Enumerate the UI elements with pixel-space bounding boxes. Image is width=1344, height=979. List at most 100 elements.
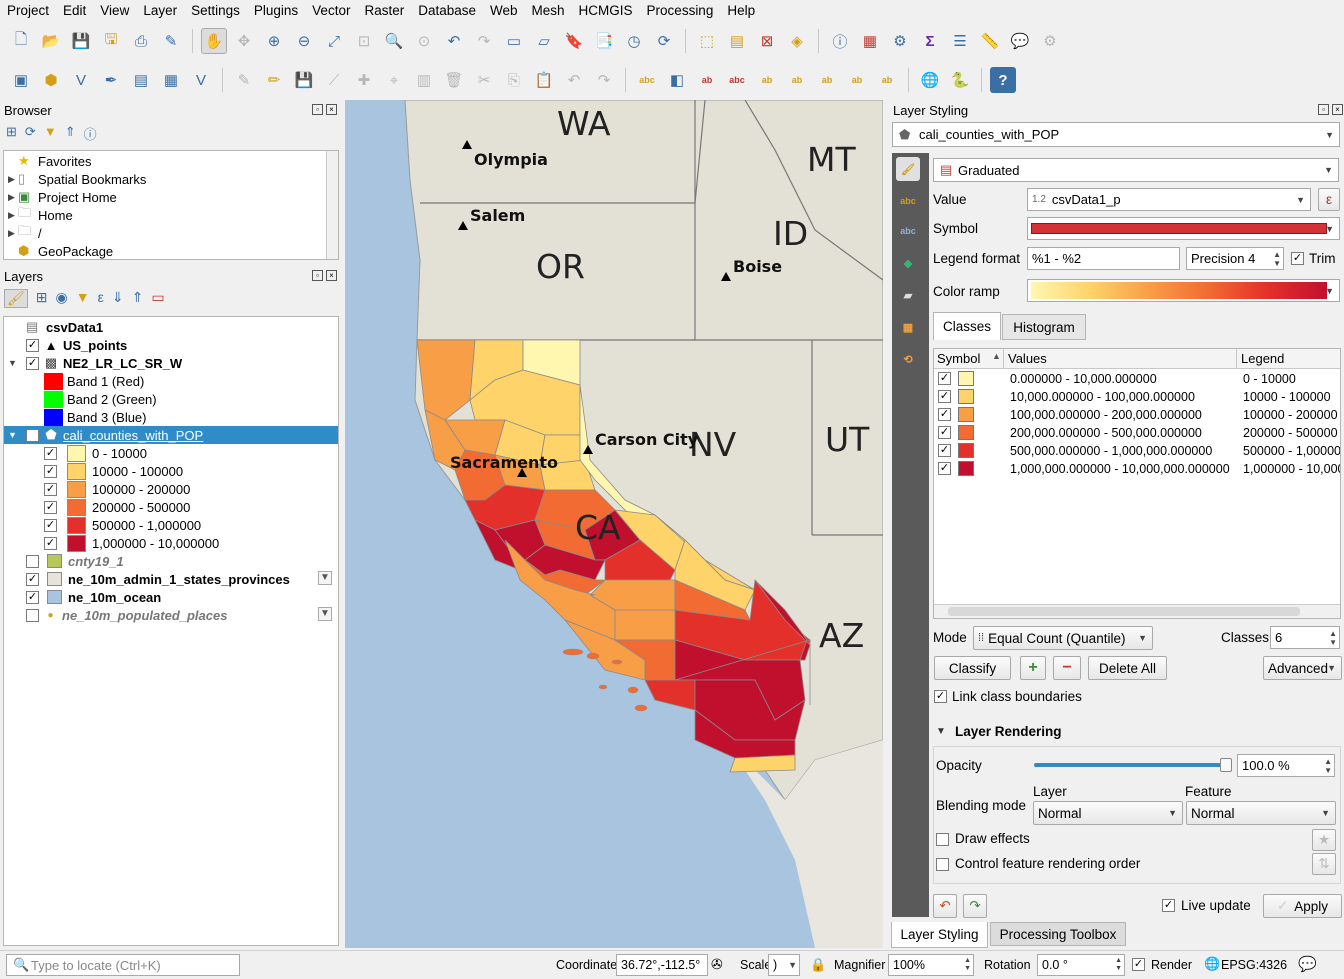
class-row[interactable]: ✓ 200,000.000000 - 500,000.000000 200000 -… <box>934 424 1340 442</box>
class-symbol-swatch[interactable] <box>958 425 974 440</box>
new-map-view-icon[interactable]: ▭ <box>501 28 527 54</box>
vertex-tool-icon[interactable]: ⌖ <box>381 67 407 93</box>
refresh-browser-icon[interactable]: ⟳ <box>25 124 36 143</box>
copy-icon[interactable]: ⎘ <box>501 67 527 93</box>
open-styling-icon[interactable]: 🖌 <box>4 289 28 308</box>
class-checkbox[interactable]: ✓ <box>44 500 57 514</box>
paste-icon[interactable]: 📋 <box>531 67 557 93</box>
redo-icon[interactable]: ↷ <box>591 67 617 93</box>
menu-processing[interactable]: Processing <box>640 0 721 22</box>
locator-search-input[interactable]: 🔍 Type to locate (Ctrl+K) <box>6 954 240 976</box>
symbology-brush-icon[interactable]: 🖌 <box>896 157 920 181</box>
undo-icon[interactable]: ↶ <box>561 67 587 93</box>
zoom-full-icon[interactable]: ⤢ <box>321 28 347 54</box>
style-manager-icon[interactable]: ✎ <box>158 28 184 54</box>
collapse-arrow-icon[interactable]: ▼ <box>936 726 946 737</box>
new-temp-layer-icon[interactable]: ▤ <box>128 67 154 93</box>
class-visibility-checkbox[interactable]: ✓ <box>938 372 951 385</box>
class-row[interactable]: ✓ 0.000000 - 10,000.000000 0 - 10000 <box>934 370 1340 388</box>
refresh-icon[interactable]: ⟳ <box>651 28 677 54</box>
legend-format-input[interactable]: %1 - %2 <box>1027 247 1180 270</box>
rotation-spinbox[interactable]: 0.0 ° ▲ ▼ <box>1037 954 1125 976</box>
diagram-sidebar-icon[interactable]: ▰ <box>896 283 920 307</box>
redo-style-icon[interactable]: ↷ <box>963 894 987 918</box>
python-icon[interactable]: 🐍 <box>947 67 973 93</box>
legend-class-1[interactable]: ✓ 0 - 10000 <box>44 444 147 462</box>
zoom-in-icon[interactable]: ⊕ <box>261 28 287 54</box>
menu-vector[interactable]: Vector <box>305 0 357 22</box>
filter-indicator-icon[interactable]: ▼ <box>318 571 332 585</box>
zoom-out-icon[interactable]: ⊖ <box>291 28 317 54</box>
tab-layer-styling[interactable]: Layer Styling <box>891 922 988 948</box>
class-values[interactable]: 10,000.000000 - 100,000.000000 <box>1010 390 1195 404</box>
undo-style-icon[interactable]: ↶ <box>933 894 957 918</box>
tab-processing-toolbox[interactable]: Processing Toolbox <box>990 922 1126 946</box>
table-horizontal-scrollbar[interactable] <box>934 604 1340 618</box>
legend-class-4[interactable]: ✓ 200000 - 500000 <box>44 498 190 516</box>
scrollbar-thumb[interactable] <box>948 607 1300 616</box>
show-labels-icon[interactable]: abc <box>724 67 750 93</box>
styling-close-icon[interactable]: × <box>1332 104 1343 115</box>
browser-item-favorites[interactable]: ★ Favorites <box>8 152 91 170</box>
deselect-icon[interactable]: ⊠ <box>754 28 780 54</box>
map-tips-icon[interactable]: 💬 <box>1007 28 1033 54</box>
draw-effects-checkbox[interactable] <box>936 833 949 846</box>
move-label-icon[interactable]: ab <box>754 67 780 93</box>
filter-browser-icon[interactable]: ▼ <box>44 124 57 143</box>
class-visibility-checkbox[interactable]: ✓ <box>938 390 951 403</box>
menu-raster[interactable]: Raster <box>357 0 411 22</box>
spinner-arrows-icon[interactable]: ▲ ▼ <box>1115 957 1122 973</box>
measure-icon[interactable]: 📏 <box>977 28 1003 54</box>
render-checkbox[interactable]: ✓ <box>1132 958 1145 971</box>
new-geopackage-icon[interactable]: ⬢ <box>38 67 64 93</box>
class-legend[interactable]: 10000 - 100000 <box>1243 390 1331 404</box>
layer-visibility-checkbox[interactable]: ✓ <box>26 338 39 352</box>
class-symbol-swatch[interactable] <box>958 371 974 386</box>
add-class-button[interactable]: + <box>1020 656 1046 680</box>
advanced-button[interactable]: Advanced ▼ <box>1263 656 1342 680</box>
cut-icon[interactable]: ✂ <box>471 67 497 93</box>
menu-web[interactable]: Web <box>483 0 525 22</box>
layer-visibility-checkbox[interactable]: ✓ <box>26 572 39 586</box>
identify-icon[interactable]: ⓘ <box>827 28 853 54</box>
layer-visibility-checkbox[interactable] <box>26 554 39 568</box>
browser-item-geopackage[interactable]: ⬢ GeoPackage <box>8 242 113 260</box>
class-symbol-swatch[interactable] <box>958 443 974 458</box>
select-features-icon[interactable]: ⬚ <box>694 28 720 54</box>
temporal-icon[interactable]: ◷ <box>621 28 647 54</box>
layer-cnty19[interactable]: cnty19_1 <box>26 552 124 570</box>
class-legend[interactable]: 500000 - 1,000000 <box>1243 444 1340 458</box>
class-symbol-swatch[interactable] <box>958 461 974 476</box>
zoom-next-icon[interactable]: ↷ <box>471 28 497 54</box>
browser-float-icon[interactable]: ▫ <box>312 104 323 115</box>
layer-us-points[interactable]: ✓ ▲ US_points <box>26 336 127 354</box>
column-legend[interactable]: Legend <box>1241 351 1284 366</box>
manage-themes-icon[interactable]: ◉ <box>56 289 68 308</box>
column-symbol[interactable]: Symbol <box>937 351 980 366</box>
trim-checkbox[interactable]: ✓ <box>1291 252 1304 265</box>
zoom-layer-icon[interactable]: 🔍 <box>381 28 407 54</box>
class-checkbox[interactable]: ✓ <box>44 464 57 478</box>
menu-plugins[interactable]: Plugins <box>247 0 305 22</box>
save-project-icon[interactable]: 💾 <box>68 28 94 54</box>
mode-combo[interactable]: ⁞⁞ Equal Count (Quantile) ▼ <box>973 626 1153 650</box>
delete-selected-icon[interactable]: 🗑 <box>441 67 467 93</box>
browser-close-icon[interactable]: × <box>326 104 337 115</box>
class-visibility-checkbox[interactable]: ✓ <box>938 462 951 475</box>
remove-class-button[interactable]: − <box>1053 656 1081 680</box>
labels-icon[interactable]: abc <box>896 189 920 213</box>
blend-feature-combo[interactable]: Normal ▼ <box>1186 801 1336 825</box>
open-table-icon[interactable]: ☰ <box>947 28 973 54</box>
class-row[interactable]: ✓ 10,000.000000 - 100,000.000000 10000 - 1… <box>934 388 1340 406</box>
select-location-icon[interactable]: ◈ <box>784 28 810 54</box>
new-spatialite-icon[interactable]: ✒ <box>98 67 124 93</box>
spinner-arrows-icon[interactable]: ▲ ▼ <box>1273 250 1281 268</box>
legend-class-5[interactable]: ✓ 500000 - 1,000000 <box>44 516 201 534</box>
filter-expression-icon[interactable]: ε <box>98 289 104 308</box>
class-symbol-swatch[interactable] <box>958 389 974 404</box>
class-values[interactable]: 200,000.000000 - 500,000.000000 <box>1010 426 1202 440</box>
class-visibility-checkbox[interactable]: ✓ <box>938 444 951 457</box>
change-label-icon[interactable]: ab <box>814 67 840 93</box>
expand-all-icon[interactable]: ⇓ <box>112 289 124 308</box>
coordinate-field[interactable]: 36.72°,-112.5° <box>616 954 708 976</box>
